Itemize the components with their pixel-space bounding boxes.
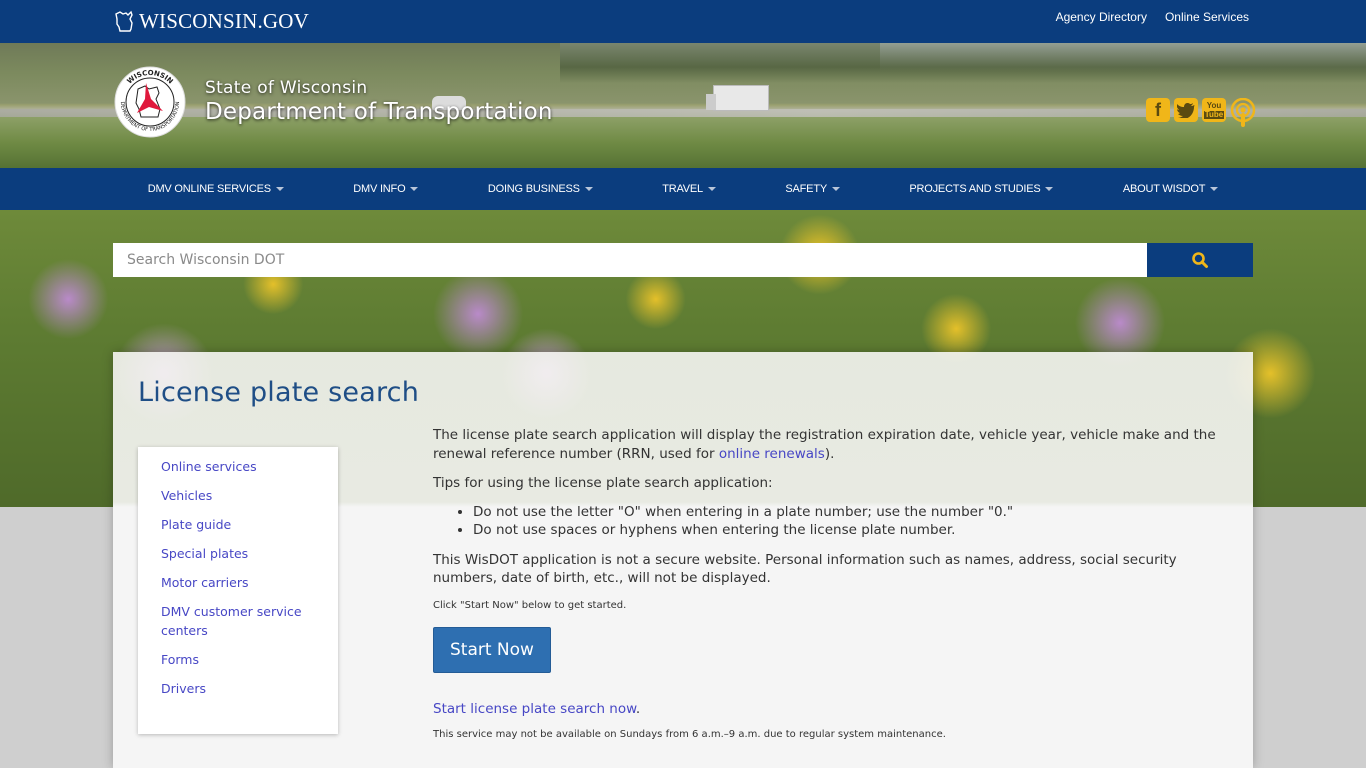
sidenav-drivers[interactable]: Drivers bbox=[138, 679, 338, 698]
tip-item: Do not use the letter "O" when entering … bbox=[473, 503, 1233, 522]
banner-truck bbox=[706, 85, 769, 111]
intro-text-end: ). bbox=[824, 445, 835, 462]
wisdot-seal-logo[interactable]: WISCONSIN DEPARTMENT OF TRANSPORTATION bbox=[113, 65, 187, 139]
state-name: State of Wisconsin bbox=[205, 78, 368, 98]
side-navigation: Online services Vehicles Plate guide Spe… bbox=[138, 447, 338, 734]
header-banner: WISCONSIN DEPARTMENT OF TRANSPORTATION S… bbox=[0, 43, 1366, 168]
caret-down-icon bbox=[410, 187, 419, 192]
sidenav-online-services[interactable]: Online services bbox=[138, 457, 338, 476]
period: . bbox=[635, 700, 641, 717]
agency-name: State of Wisconsin Department of Transpo… bbox=[205, 78, 553, 125]
main-navigation: DMV ONLINE SERVICES DMV INFO DOING BUSIN… bbox=[0, 168, 1366, 210]
page-title: License plate search bbox=[138, 377, 420, 408]
nav-label: DMV INFO bbox=[353, 183, 406, 195]
sidenav-forms[interactable]: Forms bbox=[138, 650, 338, 669]
start-link-line: Start license plate search now. bbox=[433, 700, 1233, 719]
nav-about-wisdot[interactable]: ABOUT WISDOT bbox=[1122, 183, 1219, 195]
nav-doing-business[interactable]: DOING BUSINESS bbox=[488, 183, 593, 195]
nav-label: PROJECTS AND STUDIES bbox=[909, 183, 1041, 195]
caret-down-icon bbox=[1045, 187, 1054, 192]
nav-label: ABOUT WISDOT bbox=[1122, 183, 1206, 195]
tips-heading: Tips for using the license plate search … bbox=[433, 475, 773, 491]
tip-item: Do not use spaces or hyphens when enteri… bbox=[473, 521, 1233, 540]
main-content: The license plate search application wil… bbox=[433, 426, 1233, 753]
nav-projects-and-studies[interactable]: PROJECTS AND STUDIES bbox=[909, 183, 1054, 195]
agency-directory-link[interactable]: Agency Directory bbox=[1056, 10, 1147, 24]
content-panel: License plate search Online services Veh… bbox=[113, 352, 1253, 768]
nav-label: DMV ONLINE SERVICES bbox=[147, 183, 271, 195]
banner-treeline bbox=[560, 43, 1366, 83]
sidenav-motor-carriers[interactable]: Motor carriers bbox=[138, 573, 338, 592]
nav-dmv-online-services[interactable]: DMV ONLINE SERVICES bbox=[148, 183, 284, 195]
security-note: This WisDOT application is not a secure … bbox=[433, 551, 1177, 587]
online-renewals-link[interactable]: online renewals bbox=[719, 446, 825, 462]
utility-links: Agency Directory Online Services bbox=[1056, 10, 1249, 24]
twitter-icon[interactable] bbox=[1174, 98, 1198, 122]
social-links: f You Tube bbox=[1146, 98, 1256, 128]
online-services-link[interactable]: Online Services bbox=[1165, 10, 1249, 24]
youtube-icon[interactable]: You Tube bbox=[1202, 98, 1226, 122]
nav-label: SAFETY bbox=[785, 183, 827, 195]
sidenav-plate-guide[interactable]: Plate guide bbox=[138, 515, 338, 534]
start-license-plate-search-link[interactable]: Start license plate search now bbox=[433, 701, 636, 717]
search-icon bbox=[1192, 252, 1208, 268]
top-bar: WISCONSIN.GOV Agency Directory Online Se… bbox=[0, 0, 1366, 43]
nav-dmv-info[interactable]: DMV INFO bbox=[353, 183, 419, 195]
sidenav-dmv-customer-service-centers[interactable]: DMV customer service centers bbox=[138, 602, 338, 640]
facebook-icon[interactable]: f bbox=[1146, 98, 1170, 122]
intro-paragraph: The license plate search application wil… bbox=[433, 426, 1233, 463]
wisconsin-gov-text: WISCONSIN.GOV bbox=[139, 8, 310, 33]
start-now-button[interactable]: Start Now bbox=[433, 626, 551, 673]
wisconsin-state-outline-icon bbox=[115, 10, 133, 32]
nav-travel[interactable]: TRAVEL bbox=[662, 183, 716, 195]
caret-down-icon bbox=[1210, 187, 1219, 192]
tips-list: Do not use the letter "O" when entering … bbox=[473, 503, 1233, 540]
sidenav-special-plates[interactable]: Special plates bbox=[138, 544, 338, 563]
search-button[interactable] bbox=[1147, 243, 1253, 277]
nav-label: DOING BUSINESS bbox=[487, 183, 580, 195]
sidenav-vehicles[interactable]: Vehicles bbox=[138, 486, 338, 505]
nav-label: TRAVEL bbox=[662, 183, 703, 195]
site-search bbox=[113, 243, 1253, 277]
caret-down-icon bbox=[707, 187, 716, 192]
maintenance-note: This service may not be available on Sun… bbox=[433, 729, 946, 740]
search-input[interactable] bbox=[113, 243, 1147, 277]
department-name: Department of Transportation bbox=[205, 99, 553, 125]
caret-down-icon bbox=[831, 187, 840, 192]
nav-safety[interactable]: SAFETY bbox=[785, 183, 840, 195]
podcast-icon[interactable] bbox=[1230, 98, 1256, 128]
caret-down-icon bbox=[584, 187, 593, 192]
wisconsin-gov-logo[interactable]: WISCONSIN.GOV bbox=[114, 6, 309, 36]
click-instruction: Click "Start Now" below to get started. bbox=[433, 599, 627, 611]
caret-down-icon bbox=[275, 187, 284, 192]
